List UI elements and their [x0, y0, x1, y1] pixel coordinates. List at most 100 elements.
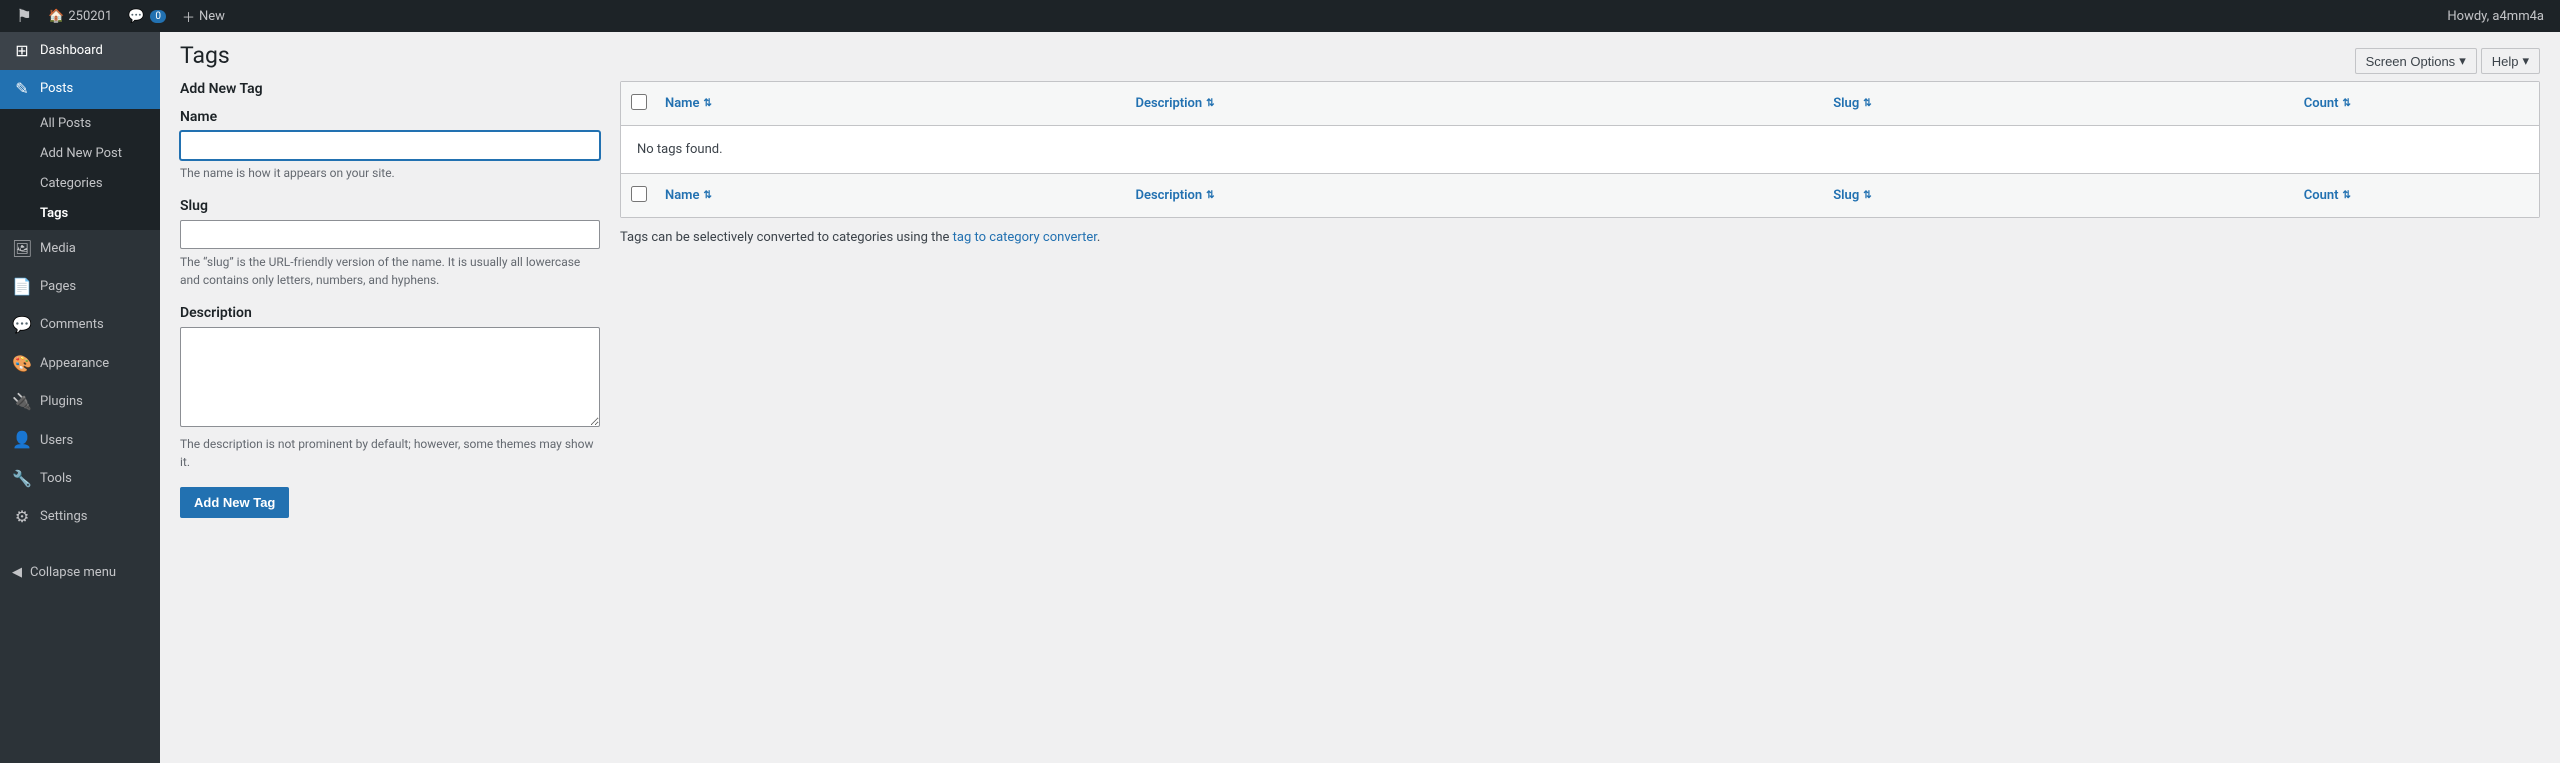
sidebar-item-label-users: Users [40, 432, 73, 450]
sidebar-submenu-all-posts: All Posts [40, 115, 91, 133]
wp-logo[interactable]: ⚑ [8, 0, 40, 32]
sidebar-item-all-posts[interactable]: All Posts [0, 109, 160, 139]
col-header-name[interactable]: Name ⇅ [657, 90, 1128, 117]
new-content[interactable]: ＋ New [174, 0, 233, 32]
sidebar-item-label-media: Media [40, 240, 76, 258]
screen-options-label: Screen Options [2366, 54, 2456, 69]
sidebar-item-dashboard[interactable]: ⊞ Dashboard [0, 32, 160, 70]
help-button[interactable]: Help ▾ [2481, 48, 2540, 74]
sidebar-item-comments[interactable]: 💬 Comments [0, 306, 160, 344]
no-tags-text: No tags found. [637, 142, 723, 157]
col-count-label: Count [2304, 96, 2339, 111]
col-footer-count-label: Count [2304, 188, 2339, 203]
slug-input[interactable] [180, 220, 600, 249]
appearance-icon: 🎨 [12, 353, 32, 375]
sidebar-item-add-new-post[interactable]: Add New Post [0, 139, 160, 169]
dashboard-icon: ⊞ [12, 40, 32, 62]
sidebar-item-label-tools: Tools [40, 470, 72, 488]
col-footer-description-label: Description [1136, 188, 1203, 203]
form-title: Add New Tag [180, 81, 600, 97]
sidebar-item-posts[interactable]: ✎ Posts [0, 70, 160, 108]
name-label: Name [180, 109, 600, 125]
sidebar-item-label-appearance: Appearance [40, 355, 109, 373]
help-label: Help [2492, 54, 2519, 69]
slug-label: Slug [180, 198, 600, 214]
sidebar-submenu-categories: Categories [40, 175, 103, 193]
col-footer-name[interactable]: Name ⇅ [657, 182, 1128, 209]
col-footer-name-label: Name [665, 188, 699, 203]
chevron-down-icon: ▾ [2459, 53, 2466, 69]
sidebar-item-plugins[interactable]: 🔌 Plugins [0, 383, 160, 421]
sidebar-item-tags[interactable]: Tags [0, 199, 160, 229]
comments-menu-icon: 💬 [12, 314, 32, 336]
screen-options-button[interactable]: Screen Options ▾ [2355, 48, 2477, 74]
description-input[interactable] [180, 327, 600, 427]
select-all-checkbox[interactable] [631, 94, 647, 110]
collapse-menu[interactable]: ◀ Collapse menu [0, 557, 160, 588]
col-description-label: Description [1136, 96, 1203, 111]
description-sort-icon: ⇅ [1206, 98, 1214, 109]
sidebar-submenu-tags: Tags [40, 205, 68, 223]
table-footer-row: Name ⇅ Description ⇅ Slug ⇅ [621, 173, 2539, 217]
site-name-icon: 🏠 [48, 9, 64, 24]
sidebar-item-label-dashboard: Dashboard [40, 42, 103, 60]
howdy-text: Howdy, a4mm4a [2439, 9, 2552, 24]
settings-icon: ⚙ [12, 506, 32, 528]
col-footer-slug[interactable]: Slug ⇅ [1825, 182, 2296, 209]
name-field: Name The name is how it appears on your … [180, 109, 600, 182]
col-footer-description[interactable]: Description ⇅ [1128, 182, 1826, 209]
collapse-icon: ◀ [12, 565, 22, 580]
col-footer-count[interactable]: Count ⇅ [2296, 182, 2539, 209]
sidebar-item-categories[interactable]: Categories [0, 169, 160, 199]
content-area: Add New Tag Name The name is how it appe… [180, 81, 2540, 518]
media-icon: 🖼 [12, 238, 32, 260]
sidebar-item-appearance[interactable]: 🎨 Appearance [0, 345, 160, 383]
col-slug-label: Slug [1833, 96, 1859, 111]
sidebar-item-tools[interactable]: 🔧 Tools [0, 460, 160, 498]
users-icon: 👤 [12, 429, 32, 451]
tag-form: Add New Tag Name The name is how it appe… [180, 81, 600, 518]
collapse-label: Collapse menu [30, 565, 116, 580]
count-sort-icon-footer: ⇅ [2343, 190, 2351, 201]
sidebar-item-users[interactable]: 👤 Users [0, 421, 160, 459]
description-field: Description The description is not promi… [180, 305, 600, 471]
slug-sort-icon: ⇅ [1863, 98, 1871, 109]
sidebar-item-label-comments: Comments [40, 316, 104, 334]
col-header-slug[interactable]: Slug ⇅ [1825, 90, 2296, 117]
posts-icon: ✎ [12, 78, 32, 100]
site-name[interactable]: 🏠 250201 [40, 0, 120, 32]
col-header-description[interactable]: Description ⇅ [1128, 90, 1826, 117]
admin-menu: ⊞ Dashboard ✎ Posts All Posts Add New Po… [0, 32, 160, 763]
page-wrap: Tags Add New Tag Name The name is how it… [160, 32, 2560, 538]
footer-checkbox-col [621, 186, 657, 206]
main-wrapper: ⊞ Dashboard ✎ Posts All Posts Add New Po… [0, 32, 2560, 763]
sidebar-item-label-pages: Pages [40, 278, 76, 296]
table-wrapper: Name ⇅ Description ⇅ Slug ⇅ [620, 81, 2540, 218]
site-name-label: 250201 [68, 9, 112, 24]
posts-submenu: All Posts Add New Post Categories Tags [0, 109, 160, 230]
converter-link[interactable]: tag to category converter [953, 230, 1097, 245]
slug-sort-icon-footer: ⇅ [1863, 190, 1871, 201]
name-input[interactable] [180, 131, 600, 160]
description-label: Description [180, 305, 600, 321]
tools-icon: 🔧 [12, 468, 32, 490]
comments-link[interactable]: 💬 0 [120, 0, 174, 32]
converter-text-before: Tags can be selectively converted to cat… [620, 230, 953, 245]
comment-icon: 💬 [128, 9, 144, 24]
select-all-checkbox-bottom[interactable] [631, 186, 647, 202]
converter-note: Tags can be selectively converted to cat… [620, 230, 2540, 245]
count-sort-icon: ⇅ [2343, 98, 2351, 109]
top-right-buttons: Screen Options ▾ Help ▾ [2335, 40, 2560, 82]
sidebar-item-settings[interactable]: ⚙ Settings [0, 498, 160, 536]
comment-count: 0 [150, 10, 166, 23]
admin-bar: ⚑ 🏠 250201 💬 0 ＋ New Howdy, a4mm4a [0, 0, 2560, 32]
tag-table: Name ⇅ Description ⇅ Slug ⇅ [620, 81, 2540, 518]
sidebar-item-media[interactable]: 🖼 Media [0, 230, 160, 268]
sidebar-item-label-settings: Settings [40, 508, 87, 526]
col-footer-slug-label: Slug [1833, 188, 1859, 203]
add-new-tag-button[interactable]: Add New Tag [180, 487, 289, 518]
name-sort-icon: ⇅ [703, 98, 711, 109]
col-header-count[interactable]: Count ⇅ [2296, 90, 2539, 117]
sidebar-item-pages[interactable]: 📄 Pages [0, 268, 160, 306]
new-label: New [199, 9, 225, 24]
